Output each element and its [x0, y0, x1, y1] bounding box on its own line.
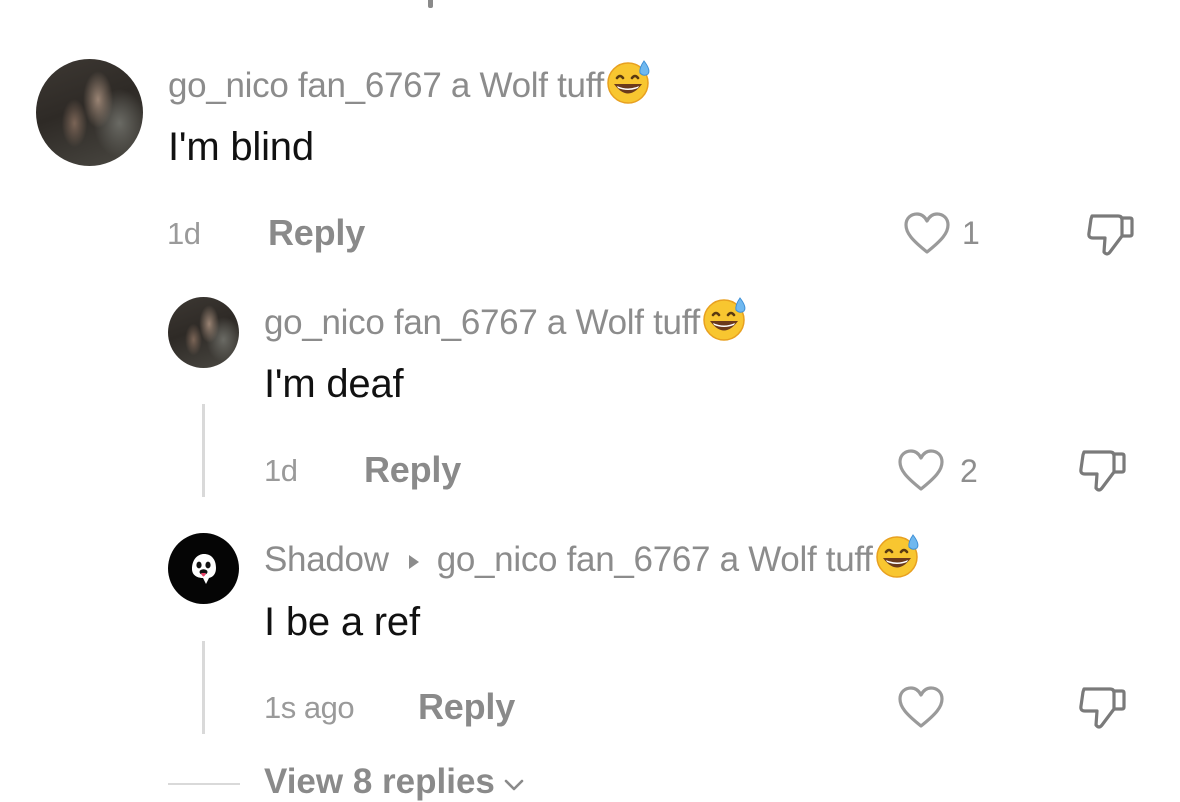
- grinning-sweat-emoji-icon: [874, 533, 924, 588]
- avatar[interactable]: [168, 297, 239, 368]
- comment-text: I'm deaf: [264, 362, 404, 406]
- username-text: go_nico fan_6767 a Wolf tuff: [168, 66, 604, 105]
- view-replies-label: View 8 replies: [264, 762, 495, 801]
- reply-button[interactable]: Reply: [418, 686, 515, 728]
- comment-username[interactable]: Shadow go_nico fan_6767 a Wolf tuff: [264, 533, 924, 583]
- ghost-icon: [191, 553, 216, 584]
- grinning-sweat-emoji-icon: [701, 296, 751, 351]
- reply-button[interactable]: Reply: [364, 449, 461, 491]
- like-count: 2: [960, 453, 978, 489]
- comment-username[interactable]: go_nico fan_6767 a Wolf tuff: [168, 59, 655, 109]
- comment-text: I'm blind: [168, 125, 314, 169]
- comment-timestamp: 1s ago: [264, 690, 355, 725]
- heart-icon[interactable]: [902, 210, 952, 258]
- dislike-icon[interactable]: [1076, 444, 1128, 496]
- username-text: go_nico fan_6767 a Wolf tuff: [264, 303, 700, 342]
- comment-text: I be a ref: [264, 600, 420, 644]
- comment-username[interactable]: go_nico fan_6767 a Wolf tuff: [264, 296, 751, 346]
- like-count: 1: [962, 215, 980, 251]
- reply-to-username[interactable]: go_nico fan_6767 a Wolf tuff: [437, 540, 873, 580]
- avatar[interactable]: [36, 59, 143, 166]
- heart-icon[interactable]: [896, 447, 946, 495]
- truncated-text-fragment: [428, 0, 433, 8]
- thread-line: [202, 404, 205, 497]
- comment-timestamp: 1d: [167, 216, 201, 251]
- reply-button[interactable]: Reply: [268, 212, 365, 254]
- avatar[interactable]: [168, 533, 239, 604]
- heart-icon[interactable]: [896, 684, 946, 732]
- grinning-sweat-emoji-icon: [605, 59, 655, 114]
- dislike-icon[interactable]: [1084, 208, 1136, 260]
- comment-timestamp: 1d: [264, 453, 298, 488]
- view-replies-button[interactable]: View 8 replies: [264, 762, 525, 802]
- chevron-down-icon: [503, 762, 525, 802]
- view-replies-divider: [168, 783, 240, 785]
- dislike-icon[interactable]: [1076, 681, 1128, 733]
- username-text: Shadow: [264, 540, 389, 579]
- thread-line: [202, 641, 205, 734]
- reply-arrow-icon: [407, 540, 421, 580]
